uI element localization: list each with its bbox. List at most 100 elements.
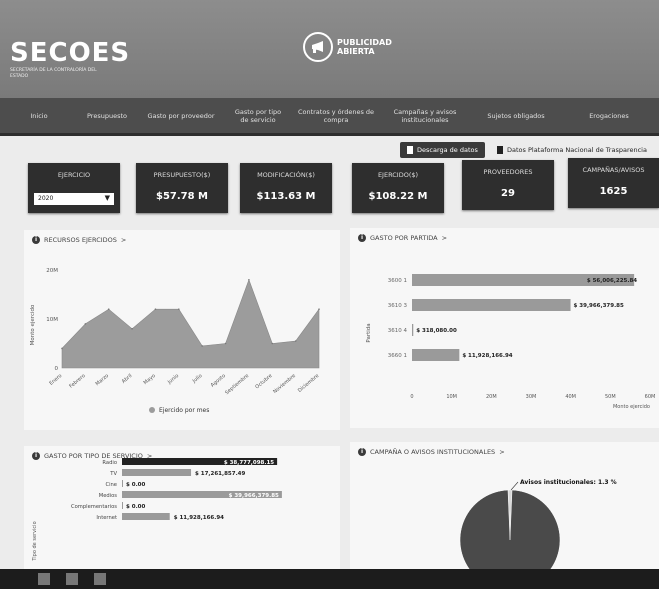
x-tick-label: 60M (645, 394, 656, 400)
x-tick-label: Julio (191, 373, 204, 385)
nav-item-presupuesto[interactable]: Presupuesto (78, 112, 136, 120)
data-point (61, 347, 63, 350)
category-label: Internet (96, 515, 117, 521)
bar (122, 469, 192, 476)
category-label: Complementarios (71, 504, 117, 510)
nav-item-inicio[interactable]: Inicio (0, 112, 78, 120)
download-data-button[interactable]: Descarga de datos (400, 142, 485, 158)
category-label: Medios (99, 493, 118, 499)
legend-swatch (149, 407, 155, 413)
y-axis-label: Monto ejercido (30, 304, 36, 345)
data-label: $ 56,006,225.84 (587, 278, 637, 284)
nav-item-gasto-proveedor[interactable]: Gasto por proveedor (136, 112, 226, 120)
legend-label: Ejercido por mes (159, 407, 209, 414)
kpi-campanias-value: 1625 (599, 186, 628, 197)
kpi-proveedores: PROVEEDORES 29 (462, 160, 554, 210)
x-tick-label: 0 (410, 394, 413, 400)
category-label: TV (109, 471, 117, 477)
x-tick-label: 20M (486, 394, 497, 400)
data-point (84, 323, 87, 325)
category-label: Cine (105, 482, 117, 488)
nav-item-gasto-tipo-servicio[interactable]: Gasto por tipo de servicio (226, 108, 290, 124)
plataforma-nacional-link[interactable]: Datos Plataforma Nacional de Trasparenci… (497, 146, 647, 154)
pub-line-1: PUBLICIDAD (337, 38, 392, 47)
y-axis-label: Tipo de servicio (32, 521, 38, 561)
ejercicio-select-value: 2020 (38, 195, 54, 202)
bar (122, 513, 170, 520)
data-point (107, 308, 110, 310)
nav-item-erogaciones[interactable]: Erogaciones (564, 112, 654, 120)
category-label: 3610 3 (388, 303, 408, 309)
data-label: $ 11,928,166.94 (174, 515, 224, 521)
servicio-chart: Radio $ 38,777,098.15 TV $ 17,261,857.49 Cin… (32, 458, 282, 562)
download-data-label: Descarga de datos (417, 146, 478, 154)
x-tick-label: Junio (166, 373, 180, 386)
header: SECOES SECRETARÍA DE LA CONTRALORÍA DEL … (0, 0, 659, 98)
kpi-ejercido-label: EJERCIDO($) (377, 171, 419, 179)
kpi-modificacion: MODIFICACIÓN($) $113.63 M (240, 163, 332, 213)
x-tick-label: Septiembre (224, 373, 250, 396)
x-axis-label: Monto ejercido (613, 404, 650, 410)
logo[interactable]: SECOES (10, 38, 130, 68)
taskbar-app-icon[interactable] (66, 573, 78, 585)
area-chart: 0 10M 20M Monto ejercido Enero Febrero Marzo Ab… (30, 268, 320, 414)
pie-chart: Avisos institucionales: 1.3 % (459, 479, 617, 569)
document-icon (407, 146, 413, 154)
taskbar-app-icon[interactable] (38, 573, 50, 585)
x-tick-label: Noviembre (272, 373, 297, 395)
plataforma-nacional-label: Datos Plataforma Nacional de Trasparenci… (507, 146, 647, 154)
kpi-ejercicio: EJERCICIO 2020 ▼ (28, 163, 120, 213)
category-label: 3660 1 (388, 353, 407, 359)
panel-gasto-partida: i GASTO POR PARTIDA > Partida 3600 1 $ 56,… (350, 228, 659, 428)
area-series-ejercido (61, 278, 320, 369)
kpi-ejercido: EJERCIDO($) $108.22 M (352, 163, 444, 213)
data-point (131, 328, 133, 330)
kpi-ejercido-value: $108.22 M (368, 191, 428, 202)
pub-line-2: ABIERTA (337, 47, 375, 56)
nav-item-contratos[interactable]: Contratos y órdenes de compra (290, 108, 382, 124)
data-point (318, 308, 320, 310)
megaphone-icon (303, 32, 333, 62)
bar (412, 349, 460, 361)
category-label: Radio (102, 460, 117, 466)
nav-item-sujetos-obligados[interactable]: Sujetos obligados (468, 112, 564, 120)
data-label: $ 39,966,379.85 (229, 493, 279, 499)
publicidad-abierta-brand[interactable]: PUBLICIDAD ABIERTA (303, 32, 392, 62)
nav-item-campanias[interactable]: Campañas y avisos institucionales (382, 108, 468, 124)
kpi-presupuesto-value: $57.78 M (155, 191, 209, 202)
category-label: 3600 1 (388, 278, 407, 284)
x-tick-label: Mayo (143, 373, 157, 386)
kpi-proveedores-label: PROVEEDORES (483, 168, 533, 176)
data-label: $ 38,777,098.15 (224, 460, 274, 466)
kpi-modificacion-value: $113.63 M (256, 191, 316, 202)
data-point (178, 308, 180, 310)
x-tick-label: Febrero (68, 373, 86, 390)
chevron-down-icon: ▼ (104, 194, 110, 202)
logo-subtitle: SECRETARÍA DE LA CONTRALORÍA DEL ESTADO (10, 68, 97, 79)
bar (122, 480, 123, 487)
panel-campania: i CAMPAÑA O AVISOS INSTITUCIONALES > Avi… (350, 442, 659, 569)
publicidad-abierta-text: PUBLICIDAD ABIERTA (337, 38, 392, 56)
kpi-presupuesto-label: PRESUPUESTO($) (153, 171, 211, 179)
data-label: $ 17,261,857.49 (195, 471, 245, 477)
x-tick-label: Enero (48, 373, 63, 387)
pie-label-leader (510, 481, 519, 491)
taskbar (0, 569, 659, 589)
bar (412, 324, 414, 336)
category-label: 3610 4 (388, 328, 408, 334)
kpi-ejercicio-label: EJERCICIO (57, 171, 91, 179)
y-tick-label: 20M (46, 268, 58, 274)
data-label: $ 39,966,379.85 (574, 303, 624, 309)
x-tick-label: Diciembre (297, 373, 320, 394)
x-tick-label: 40M (565, 394, 576, 400)
data-point (224, 342, 227, 345)
kpi-modificacion-label: MODIFICACIÓN($) (257, 171, 315, 179)
taskbar-app-icon[interactable] (94, 573, 106, 585)
ejercicio-select[interactable]: 2020 ▼ (34, 193, 114, 205)
x-tick-label: Abril (121, 373, 134, 385)
kpi-presupuesto: PRESUPUESTO($) $57.78 M (136, 163, 228, 213)
data-point (201, 345, 203, 347)
y-tick-label: 10M (46, 317, 58, 323)
data-label: $ 0.00 (126, 504, 145, 510)
data-label: $ 0.00 (126, 482, 145, 488)
